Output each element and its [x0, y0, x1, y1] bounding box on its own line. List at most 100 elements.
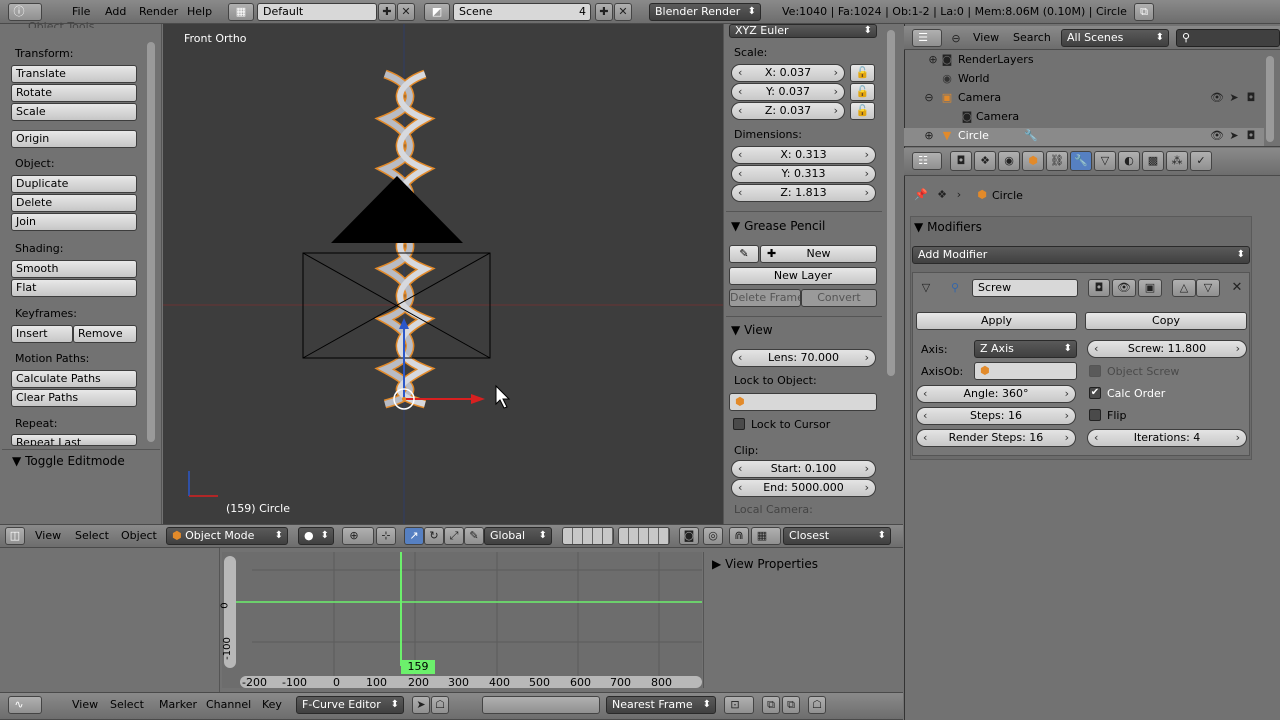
lock-camera-button[interactable]: ◙ [679, 527, 699, 545]
editor-type-info[interactable]: ⓘ [8, 3, 42, 21]
snap-target-dropdown[interactable]: Closest [783, 527, 891, 545]
grease-pencil-draw-button[interactable]: ✎ [729, 245, 759, 263]
axis-dropdown[interactable]: Z Axis [974, 340, 1077, 358]
delete-frame-button[interactable]: Delete Frame [729, 289, 801, 307]
ghost-curves-button[interactable]: ☖ [808, 696, 826, 714]
modifier-name-field[interactable]: Screw [972, 279, 1078, 297]
apply-modifier-button[interactable]: Apply [916, 312, 1077, 330]
origin-button[interactable]: Origin [11, 130, 137, 148]
outliner-menu-view[interactable]: View [973, 31, 999, 44]
modifier-move-up-button[interactable]: △ [1172, 279, 1196, 297]
rotate-manipulator-toggle[interactable]: ↻ [424, 527, 444, 545]
snap-toggle[interactable]: ⋒ [729, 527, 749, 545]
scale-manipulator-toggle[interactable]: ⤢ [444, 527, 464, 545]
dimension-x-field[interactable]: X: 0.313 [731, 146, 876, 164]
modifier-viewport-toggle[interactable]: 👁 [1112, 279, 1136, 297]
scene-selector-button[interactable]: ◩ [424, 3, 450, 21]
insert-keyframe-button[interactable]: Insert [11, 325, 73, 343]
scene-name-field[interactable]: Scene 4 [453, 3, 591, 21]
graph-mode-dropdown[interactable]: F-Curve Editor [296, 696, 404, 714]
lock-scale-x-toggle[interactable]: 🔓 [850, 64, 875, 82]
modifier-render-toggle[interactable]: ◘ [1088, 279, 1110, 297]
render-engine-dropdown[interactable]: Blender Render [649, 3, 761, 21]
lens-field[interactable]: Lens: 70.000 [731, 349, 876, 367]
context-constraints-tab[interactable]: ⛓ [1046, 151, 1068, 171]
modifier-expand-icon[interactable]: ▽ [920, 280, 932, 296]
tool-shelf-scrollbar[interactable] [147, 42, 155, 442]
outliner-item-camera-object[interactable]: ⊖ ▣ Camera 👁 ➤ ◘ [904, 90, 1264, 109]
add-screen-button[interactable]: ✚ [378, 3, 396, 21]
flip-checkbox[interactable] [1089, 409, 1101, 421]
context-data-tab[interactable]: ▽ [1094, 151, 1116, 171]
menu-render[interactable]: Render [139, 5, 178, 18]
scale-button[interactable]: Scale [11, 103, 137, 121]
context-renderlayers-tab[interactable]: ❖ [974, 151, 996, 171]
eye-icon[interactable]: 👁 [1210, 90, 1224, 106]
remove-scene-button[interactable]: ✕ [614, 3, 632, 21]
angle-field[interactable]: Angle: 360° [916, 385, 1076, 403]
join-button[interactable]: Join [11, 213, 137, 231]
modifier-editmode-toggle[interactable]: ▣ [1138, 279, 1162, 297]
lock-scale-z-toggle[interactable]: 🔓 [850, 102, 875, 120]
scale-x-field[interactable]: X: 0.037 [731, 64, 845, 82]
modifier-move-down-button[interactable]: ▽ [1196, 279, 1220, 297]
editor-type-outliner[interactable]: ☰ [912, 29, 942, 47]
transform-orientation-dropdown[interactable]: Global [484, 527, 552, 545]
graph-main-region[interactable] [222, 552, 702, 688]
only-selected-toggle[interactable]: ➤ [412, 696, 430, 714]
eye-icon[interactable]: 👁 [1210, 128, 1224, 144]
render-camera-icon[interactable]: ◘ [1244, 128, 1258, 144]
outliner-search-field[interactable]: ⚲ [1176, 29, 1280, 47]
header-collapse-icon[interactable]: ⊖ [950, 31, 962, 47]
outliner-item-circle[interactable]: ⊕ ▼ Circle 🔧 👁 ➤ ◘ [904, 128, 1264, 146]
remove-keyframe-button[interactable]: Remove [73, 325, 137, 343]
duplicate-button[interactable]: Duplicate [11, 175, 137, 193]
editor-type-graph[interactable]: ∿ [8, 696, 42, 714]
viewport-shading-dropdown[interactable]: ● [298, 527, 334, 545]
outliner-scrollbar[interactable] [1266, 56, 1274, 142]
object-screw-checkbox[interactable] [1089, 365, 1101, 377]
calculate-paths-button[interactable]: Calculate Paths [11, 370, 137, 388]
3d-menu-object[interactable]: Object [121, 529, 157, 542]
snap-element-dropdown[interactable]: ▦ [751, 527, 781, 545]
outliner-item-camera-data[interactable]: ◙ Camera [904, 109, 1264, 128]
modifiers-panel-header[interactable]: ▼ Modifiers [914, 220, 982, 234]
translate-manipulator-toggle[interactable]: ↗ [404, 527, 424, 545]
editor-type-properties[interactable]: ☷ [912, 152, 942, 170]
smooth-button[interactable]: Smooth [11, 260, 137, 278]
auto-snap-dropdown[interactable]: Nearest Frame [606, 696, 716, 714]
lock-cursor-checkbox[interactable] [733, 418, 745, 430]
close-icon[interactable]: ✕ [1230, 280, 1244, 296]
clear-paths-button[interactable]: Clear Paths [11, 389, 137, 407]
scale-z-field[interactable]: Z: 0.037 [731, 102, 845, 120]
proportional-edit-button[interactable]: ◎ [703, 527, 723, 545]
clip-start-field[interactable]: Start: 0.100 [731, 460, 876, 478]
fullscreen-button[interactable]: ⧉ [1134, 3, 1154, 21]
rotate-button[interactable]: Rotate [11, 84, 137, 102]
show-hidden-toggle[interactable]: ☖ [431, 696, 449, 714]
menu-add[interactable]: Add [105, 5, 126, 18]
select-arrow-icon[interactable]: ➤ [1228, 90, 1240, 106]
3d-viewport[interactable] [163, 24, 723, 524]
clip-end-field[interactable]: End: 5000.000 [731, 479, 876, 497]
graph-menu-view[interactable]: View [72, 698, 98, 711]
pin-icon[interactable]: 📌 [914, 187, 928, 203]
screen-layout-button[interactable]: ▦ [228, 3, 254, 21]
translate-button[interactable]: Translate [11, 65, 137, 83]
context-render-tab[interactable]: ◘ [950, 151, 972, 171]
editor-type-3d-view[interactable]: ◫ [5, 527, 25, 545]
new-layer-button[interactable]: New Layer [729, 267, 877, 285]
layer-buttons-group-1[interactable] [562, 527, 614, 545]
dimension-y-field[interactable]: Y: 0.313 [731, 165, 876, 183]
outliner-item-world[interactable]: ◉ World [904, 71, 1264, 90]
grease-pencil-panel-header[interactable]: ▼ Grease Pencil [731, 219, 825, 233]
render-camera-icon[interactable]: ◘ [1244, 90, 1258, 106]
context-particles-tab[interactable]: ⁂ [1166, 151, 1188, 171]
delete-button[interactable]: Delete [11, 194, 137, 212]
view-properties-panel[interactable]: ▶ View Properties [712, 557, 818, 571]
graph-menu-marker[interactable]: Marker [159, 698, 197, 711]
steps-field[interactable]: Steps: 16 [916, 407, 1076, 425]
repeat-last-button[interactable]: Repeat Last [11, 434, 137, 446]
context-world-tab[interactable]: ⬢ [1022, 151, 1044, 171]
manipulator-toggle[interactable]: ⊹ [376, 527, 396, 545]
